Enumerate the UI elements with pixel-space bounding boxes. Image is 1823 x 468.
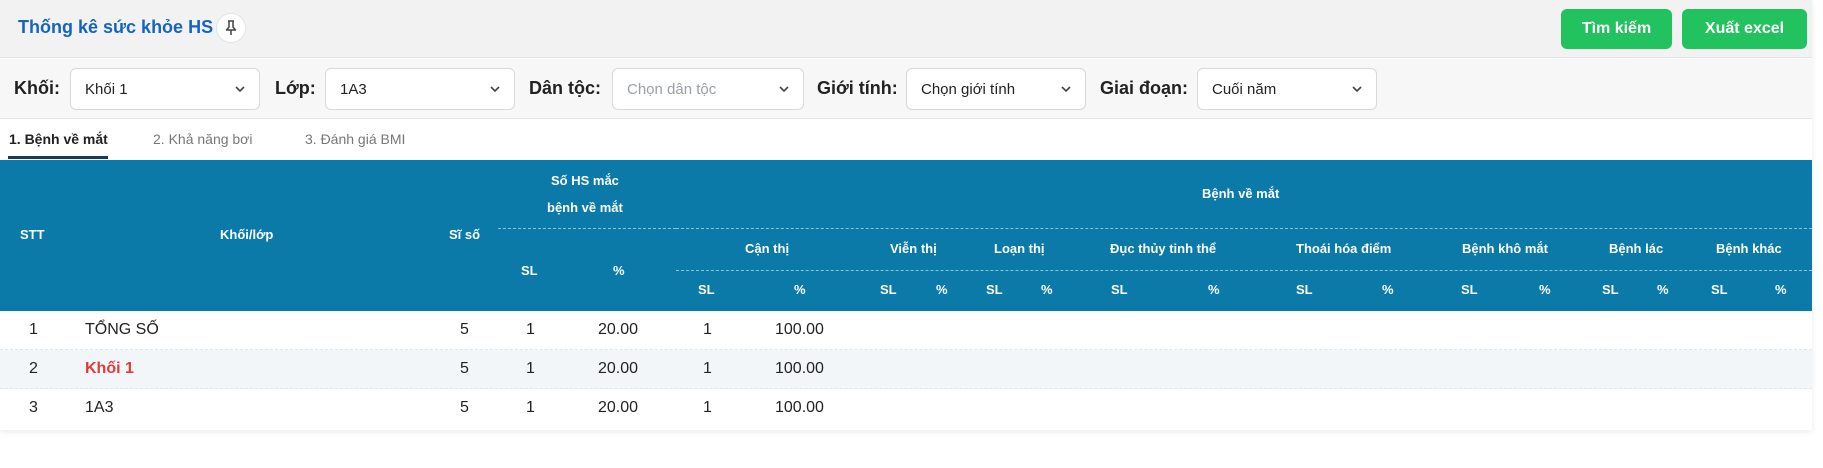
khoi-select[interactable]: Khối 1 (70, 68, 260, 110)
pin-icon (225, 20, 237, 35)
divider (676, 270, 1812, 271)
divider (498, 228, 676, 229)
cell-can-thi-pct: 100.00 (775, 321, 824, 338)
tab-bar: 1. Bệnh về mắt 2. Khả năng bơi 3. Đánh g… (0, 120, 1812, 160)
sub-pct: % (1041, 282, 1053, 297)
cell-name: 1A3 (85, 399, 114, 416)
sub-sl: SL (1461, 282, 1478, 297)
gioi-tinh-label: Giới tính: (817, 78, 898, 98)
cell-si-so: 5 (460, 399, 469, 416)
col-benh-lac: Bệnh lác (1609, 241, 1664, 256)
sub-pct: % (1775, 282, 1787, 297)
col-so-hs-line2: bệnh về mắt (547, 200, 623, 215)
sub-sl: SL (880, 282, 897, 297)
tab-kha-nang-boi[interactable]: 2. Khả năng bơi (153, 131, 252, 147)
sub-pct: % (1208, 282, 1220, 297)
active-tab-indicator (8, 156, 108, 159)
cell-stt: 3 (29, 399, 38, 416)
cell-sl: 1 (526, 360, 535, 377)
lop-value: 1A3 (340, 80, 367, 98)
chevron-down-icon (1352, 86, 1362, 93)
col-si-so: Sĩ số (449, 227, 481, 242)
sub-sl: SL (1602, 282, 1619, 297)
cell-can-thi-sl: 1 (703, 399, 712, 416)
lop-select[interactable]: 1A3 (325, 68, 515, 110)
sub-sl: SL (1711, 282, 1728, 297)
col-stt: STT (20, 227, 45, 242)
panel-header: Thống kê sức khỏe HS Tìm kiếm Xuất excel (0, 0, 1812, 58)
sub-pct: % (936, 282, 948, 297)
sub-sl: SL (986, 282, 1003, 297)
sub-pct: % (1382, 282, 1394, 297)
dan-toc-placeholder: Chọn dân tộc (627, 80, 717, 98)
chevron-down-icon (1061, 86, 1071, 93)
giai-doan-select[interactable]: Cuối năm (1197, 68, 1377, 110)
sub-sl: SL (1296, 282, 1313, 297)
cell-sl: 1 (526, 321, 535, 338)
cell-name: TỔNG SỐ (85, 321, 159, 338)
cell-can-thi-pct: 100.00 (775, 399, 824, 416)
chevron-down-icon (490, 86, 500, 93)
col-so-hs-line1: Số HS mắc (551, 173, 619, 188)
sub-pct: % (1539, 282, 1551, 297)
cell-si-so: 5 (460, 321, 469, 338)
col-khoi-lop: Khối/lớp (220, 227, 274, 242)
col-so-hs-pct: % (613, 263, 625, 278)
khoi-value: Khối 1 (85, 80, 128, 98)
export-excel-button[interactable]: Xuất excel (1682, 9, 1807, 49)
sub-pct: % (1657, 282, 1669, 297)
search-button[interactable]: Tìm kiếm (1561, 9, 1672, 49)
khoi-label: Khối: (14, 78, 60, 98)
tab-benh-ve-mat[interactable]: 1. Bệnh về mắt (9, 131, 108, 147)
filter-bar: Khối: Khối 1 Lớp: 1A3 Dân tộc: Chọn dân … (0, 59, 1812, 119)
cell-pct: 20.00 (598, 360, 639, 377)
table-row: 1 TỔNG SỐ 5 1 20.00 1 100.00 (0, 311, 1812, 350)
gioi-tinh-select[interactable]: Chọn giới tính (906, 68, 1086, 110)
cell-pct: 20.00 (598, 399, 639, 416)
statistics-panel: Thống kê sức khỏe HS Tìm kiếm Xuất excel… (0, 0, 1812, 430)
cell-si-so: 5 (460, 360, 469, 377)
cell-stt: 2 (29, 360, 38, 377)
col-benh-khac: Bệnh khác (1716, 241, 1782, 256)
table-header: STT Khối/lớp Sĩ số Số HS mắc bệnh về mắt… (0, 160, 1812, 311)
tab-danh-gia-bmi[interactable]: 3. Đánh giá BMI (305, 131, 405, 147)
sub-sl: SL (698, 282, 715, 297)
col-vien-thi: Viễn thị (890, 241, 937, 256)
col-loan-thi: Loạn thị (994, 241, 1045, 256)
cell-can-thi-sl: 1 (703, 360, 712, 377)
sub-pct: % (794, 282, 806, 297)
cell-stt: 1 (29, 321, 38, 338)
dan-toc-label: Dân tộc: (529, 78, 601, 98)
dan-toc-select[interactable]: Chọn dân tộc (612, 68, 804, 110)
cell-can-thi-pct: 100.00 (775, 360, 824, 377)
table-row: 2 Khối 1 5 1 20.00 1 100.00 (0, 350, 1812, 389)
col-can-thi: Cận thị (745, 241, 790, 256)
pin-button[interactable] (216, 13, 246, 43)
sub-sl: SL (1111, 282, 1128, 297)
table-row: 3 1A3 5 1 20.00 1 100.00 (0, 389, 1812, 428)
divider (676, 228, 1812, 229)
gioi-tinh-placeholder: Chọn giới tính (921, 80, 1016, 98)
col-duc-thuy-tinh-the: Đục thủy tinh thể (1110, 241, 1217, 256)
cell-sl: 1 (526, 399, 535, 416)
cell-can-thi-sl: 1 (703, 321, 712, 338)
col-thoai-hoa-diem: Thoái hóa điểm (1296, 241, 1392, 256)
col-benh-kho-mat: Bệnh khô mắt (1462, 241, 1548, 256)
lop-label: Lớp: (275, 78, 316, 98)
giai-doan-label: Giai đoạn: (1100, 78, 1189, 98)
giai-doan-value: Cuối năm (1212, 80, 1277, 98)
chevron-down-icon (235, 86, 245, 93)
col-benh-ve-mat: Bệnh về mắt (1202, 186, 1280, 201)
cell-pct: 20.00 (598, 321, 639, 338)
page-title: Thống kê sức khỏe HS (18, 17, 214, 37)
cell-name: Khối 1 (85, 360, 134, 377)
chevron-down-icon (779, 86, 789, 93)
col-so-hs-sl: SL (521, 263, 538, 278)
